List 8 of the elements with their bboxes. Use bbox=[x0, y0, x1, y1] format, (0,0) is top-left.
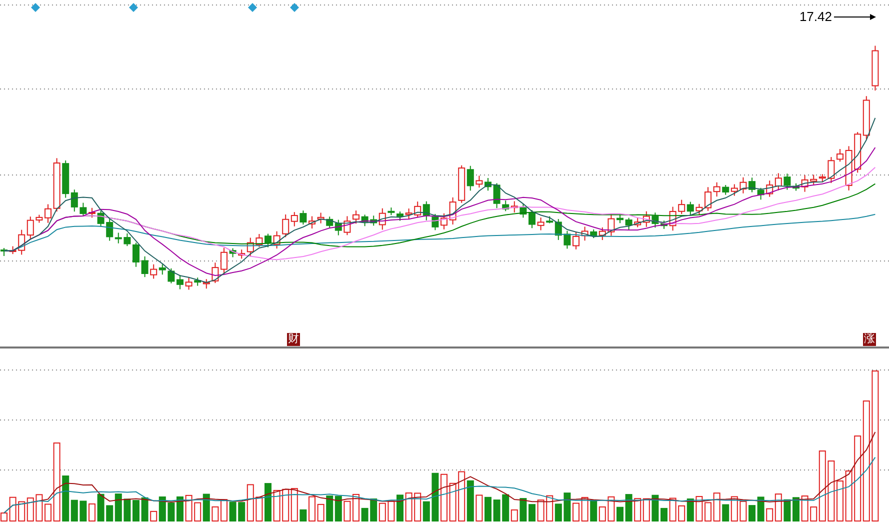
diamond-icon bbox=[290, 3, 299, 12]
diamond-icon bbox=[248, 3, 257, 12]
diamond-icon bbox=[31, 3, 40, 12]
price-label: 17.42 bbox=[799, 9, 832, 25]
event-marker: 财 bbox=[287, 333, 300, 346]
arrow-icon bbox=[834, 14, 876, 20]
diamond-icon bbox=[129, 3, 138, 12]
event-marker: 涨 bbox=[863, 333, 876, 346]
